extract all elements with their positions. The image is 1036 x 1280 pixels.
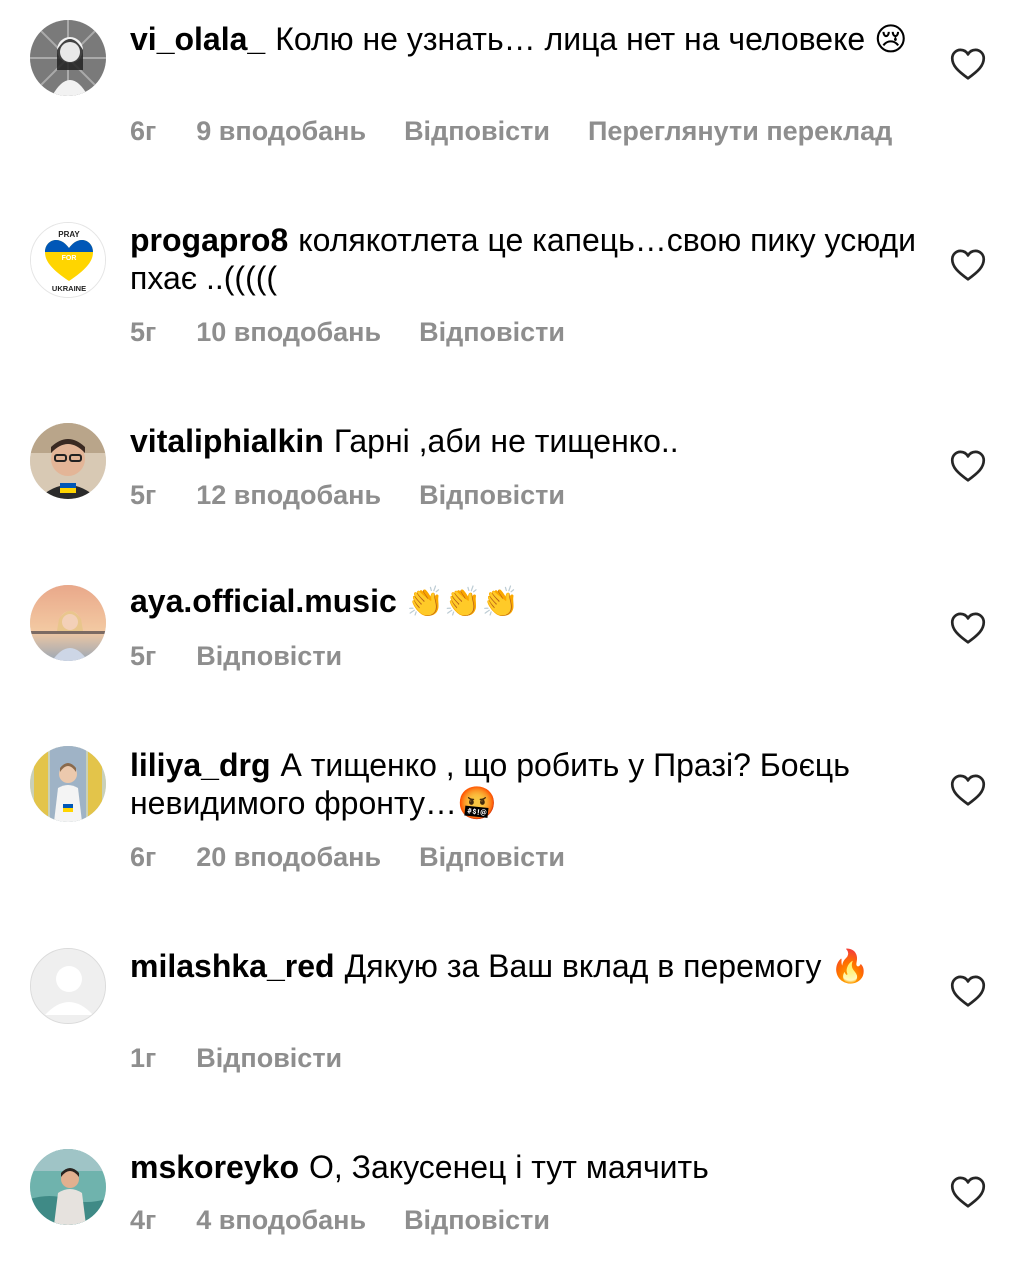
username[interactable]: milashka_red bbox=[130, 948, 335, 984]
reply-button[interactable]: Відповісти bbox=[419, 480, 565, 510]
likes-count[interactable]: 9 вподобань bbox=[196, 116, 366, 146]
heart-icon[interactable] bbox=[950, 974, 986, 1008]
heart-icon[interactable] bbox=[950, 449, 986, 483]
heart-icon[interactable] bbox=[950, 248, 986, 282]
username[interactable]: vitaliphialkin bbox=[130, 423, 324, 459]
comment-body: Дякую за Ваш вклад в перемогу 🔥 bbox=[344, 948, 871, 984]
avatar-text-pray: PRAY bbox=[58, 230, 80, 239]
likes-count[interactable]: 20 вподобань bbox=[196, 842, 381, 872]
comment-text: mskoreyko О, Закусенец і тут маячить bbox=[130, 1148, 920, 1186]
heart-icon[interactable] bbox=[950, 47, 986, 81]
username[interactable]: mskoreyko bbox=[130, 1149, 299, 1185]
comment-body: 👏👏👏 bbox=[406, 585, 519, 620]
timestamp: 5г bbox=[130, 317, 157, 347]
comment-body: Гарні ,аби не тищенко.. bbox=[333, 423, 679, 459]
avatar[interactable] bbox=[30, 585, 106, 661]
likes-count[interactable]: 10 вподобань bbox=[196, 317, 381, 347]
heart-icon[interactable] bbox=[950, 1175, 986, 1209]
timestamp: 5г bbox=[130, 641, 157, 671]
username[interactable]: progapro8 bbox=[130, 222, 288, 258]
comment-text: progapro8 колякотлета це капець…свою пику… bbox=[130, 221, 920, 297]
avatar[interactable] bbox=[30, 1149, 106, 1225]
comment-meta: 5г 12 вподобань Відповісти bbox=[130, 480, 603, 511]
reply-button[interactable]: Відповісти bbox=[196, 1043, 342, 1073]
comment-meta: 6г 20 вподобань Відповісти bbox=[130, 842, 603, 873]
timestamp: 5г bbox=[130, 480, 157, 510]
username[interactable]: liliya_drg bbox=[130, 747, 271, 783]
comment-meta: 5г Відповісти bbox=[130, 641, 380, 672]
likes-count[interactable]: 12 вподобань bbox=[196, 480, 381, 510]
avatar[interactable] bbox=[30, 20, 106, 96]
avatar[interactable]: PRAY FOR UKRAINE bbox=[30, 222, 106, 298]
avatar-placeholder[interactable] bbox=[30, 948, 106, 1024]
username[interactable]: vi_olala_ bbox=[130, 21, 265, 57]
username[interactable]: aya.official.music bbox=[130, 583, 397, 619]
comment-body: О, Закусенец і тут маячить bbox=[308, 1149, 709, 1185]
comment-body: Колю не узнать… лица нет на человеке 😢 bbox=[275, 21, 908, 57]
comment-text: vi_olala_ Колю не узнать… лица нет на чел… bbox=[130, 20, 920, 58]
comment-text: milashka_red Дякую за Ваш вклад в перемог… bbox=[130, 947, 920, 985]
comment-meta: 1г Відповісти bbox=[130, 1043, 380, 1074]
reply-button[interactable]: Відповісти bbox=[404, 1205, 550, 1235]
comment-text: liliya_drg А тищенко , що робить у Празі?… bbox=[130, 746, 920, 822]
comment-meta: 5г 10 вподобань Відповісти bbox=[130, 317, 603, 348]
timestamp: 6г bbox=[130, 842, 157, 872]
reply-button[interactable]: Відповісти bbox=[419, 842, 565, 872]
reply-button[interactable]: Відповісти bbox=[196, 641, 342, 671]
comment-meta: 6г 9 вподобань Відповісти Переглянути перек… bbox=[130, 116, 930, 147]
avatar-text-ukraine: UKRAINE bbox=[52, 284, 86, 293]
comment-text: vitaliphialkin Гарні ,аби не тищенко.. bbox=[130, 422, 920, 460]
heart-icon[interactable] bbox=[950, 773, 986, 807]
reply-button[interactable]: Відповісти bbox=[404, 116, 550, 146]
comment-meta: 4г 4 вподобань Відповісти bbox=[130, 1205, 588, 1236]
avatar-text-for: FOR bbox=[62, 255, 77, 262]
avatar[interactable] bbox=[30, 423, 106, 499]
comment-text: aya.official.music 👏👏👏 bbox=[130, 582, 920, 622]
likes-count[interactable]: 4 вподобань bbox=[196, 1205, 366, 1235]
reply-button[interactable]: Відповісти bbox=[419, 317, 565, 347]
avatar[interactable] bbox=[30, 746, 106, 822]
timestamp: 1г bbox=[130, 1043, 157, 1073]
see-translation-button[interactable]: Переглянути переклад bbox=[588, 116, 892, 146]
timestamp: 4г bbox=[130, 1205, 157, 1235]
heart-icon[interactable] bbox=[950, 611, 986, 645]
timestamp: 6г bbox=[130, 116, 157, 146]
